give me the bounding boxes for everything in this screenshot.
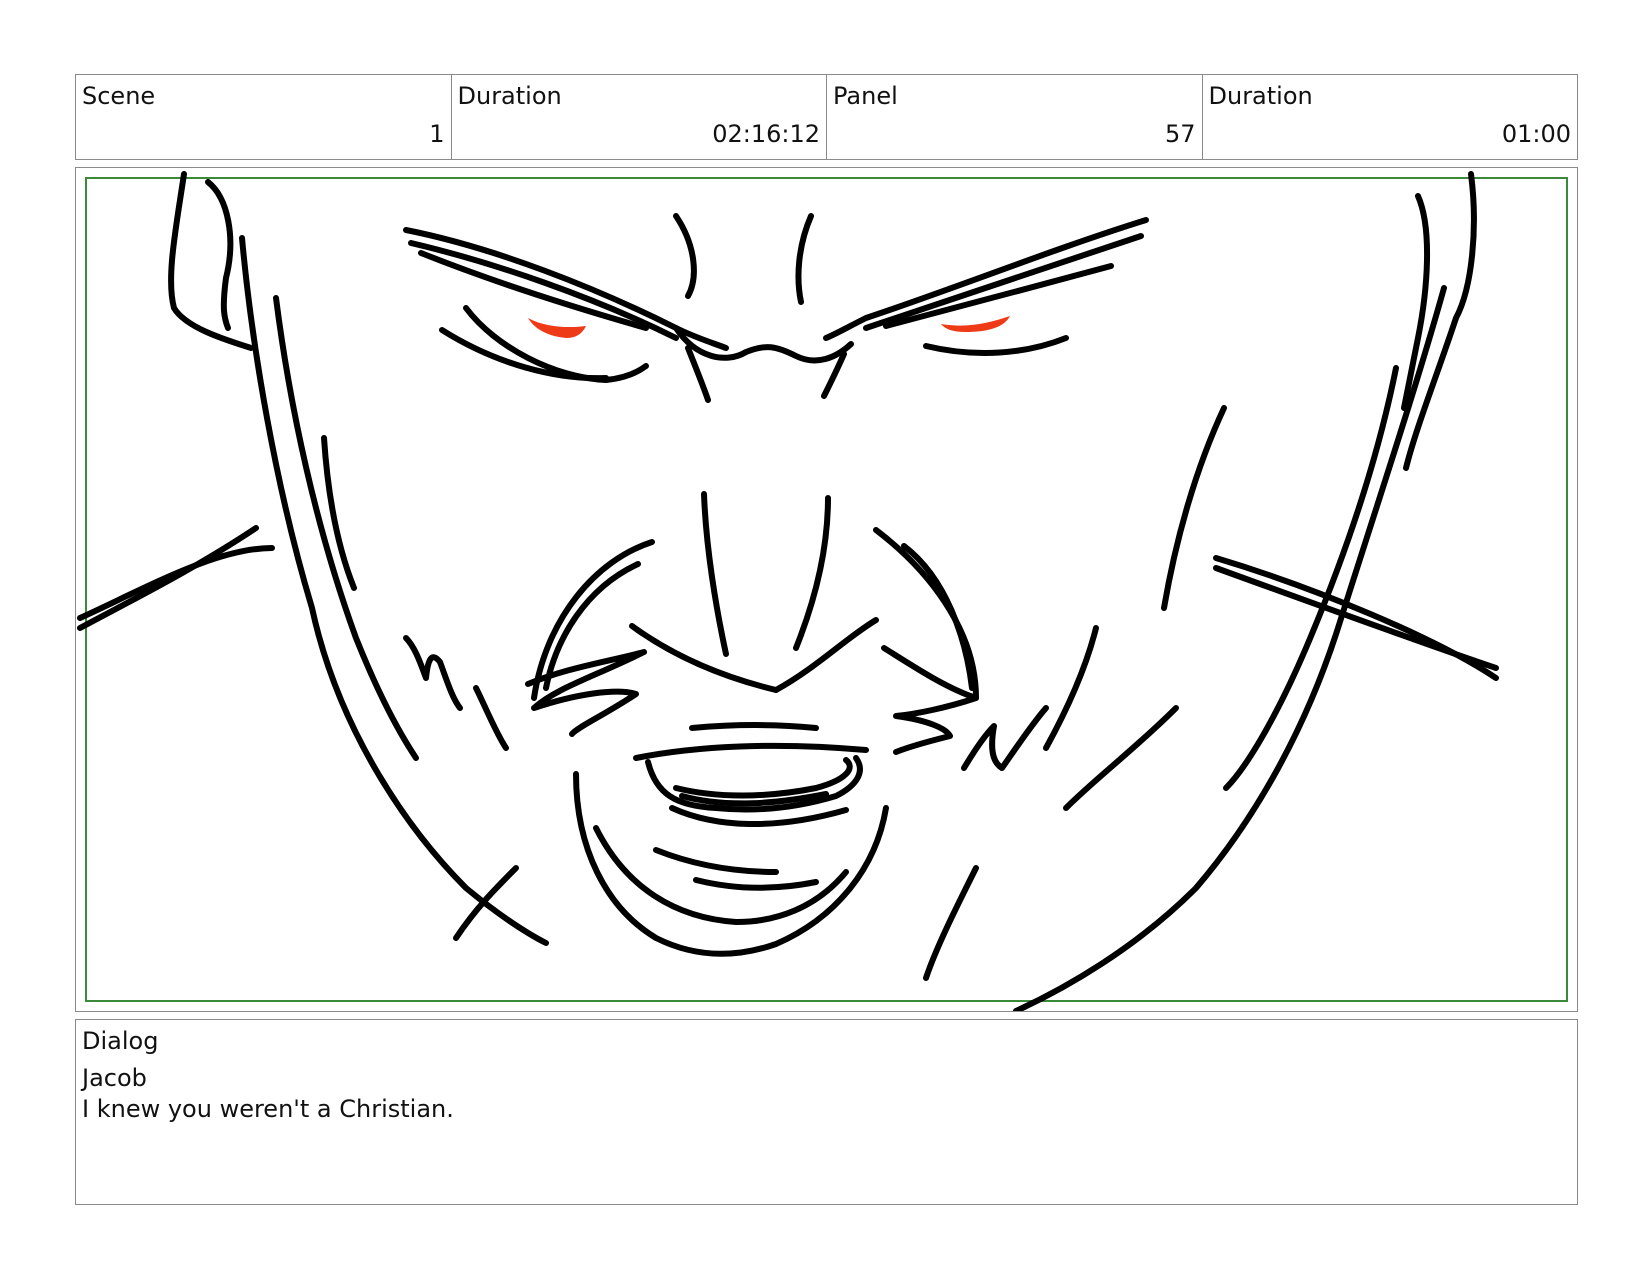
panel-sketch xyxy=(77,171,1568,1011)
right-stubble-stroke xyxy=(961,705,1049,771)
right-brow-stroke-3 xyxy=(883,263,1114,329)
brow-furrow-right xyxy=(795,213,814,305)
left-stubble-stroke-2 xyxy=(473,685,509,751)
chin-line xyxy=(653,847,779,875)
scene-duration-cell: Duration 02:16:12 xyxy=(452,75,827,159)
scene-number: 1 xyxy=(429,120,445,148)
left-ear-inner-stroke xyxy=(205,179,234,331)
upper-lip-stroke xyxy=(633,742,869,761)
panel-number: 57 xyxy=(1164,120,1196,148)
left-ear-stroke xyxy=(168,171,254,351)
left-cheek-stroke xyxy=(273,295,419,761)
left-eye-red xyxy=(528,318,586,338)
storyboard-panel xyxy=(75,167,1578,1012)
chin-line-2 xyxy=(693,877,819,891)
nose-base-right xyxy=(773,617,879,693)
scene-cell: Scene 1 xyxy=(76,75,452,159)
right-eye-red xyxy=(941,316,1010,332)
right-jaw-hatch xyxy=(923,865,979,981)
panel-duration-value: 01:00 xyxy=(1501,120,1571,148)
lower-lip-stroke xyxy=(593,825,849,925)
panel-duration-cell: Duration 01:00 xyxy=(1203,75,1578,159)
scene-duration-label: Duration xyxy=(457,82,562,110)
left-teeth-zigzag xyxy=(525,649,647,737)
upper-lip-top xyxy=(689,722,819,731)
panel-info-header: Scene 1 Duration 02:16:12 Panel 57 Durat… xyxy=(75,74,1578,160)
brow-furrow-left xyxy=(673,213,697,299)
dialog-box: Dialog Jacob I knew you weren't a Christ… xyxy=(75,1019,1578,1205)
right-jaw-stroke xyxy=(1013,285,1447,1011)
right-cheek-line xyxy=(1161,405,1227,611)
nose-bridge-stroke xyxy=(673,325,854,364)
nose-right-stroke xyxy=(793,495,831,651)
dialog-label: Dialog xyxy=(82,1027,159,1055)
panel-duration-label: Duration xyxy=(1208,82,1313,110)
right-stubble-stroke-2 xyxy=(1043,625,1099,751)
mouth-inner-stroke xyxy=(673,757,853,799)
left-jaw-hatch xyxy=(453,865,519,941)
nose-base-left xyxy=(629,623,779,693)
right-ear-stroke xyxy=(1403,171,1477,471)
panel-label: Panel xyxy=(833,82,898,110)
scene-label: Scene xyxy=(82,82,156,110)
left-cheek-line xyxy=(321,435,357,591)
right-stubble-stroke-3 xyxy=(1063,705,1179,811)
right-brow-stroke xyxy=(823,217,1149,341)
dialog-line: I knew you weren't a Christian. xyxy=(82,1095,454,1123)
panel-cell: Panel 57 xyxy=(827,75,1203,159)
left-shoulder-stroke-2 xyxy=(77,545,275,621)
scene-duration-value: 02:16:12 xyxy=(712,120,820,148)
right-shoulder-stroke-2 xyxy=(1213,565,1499,671)
right-teeth-zigzag xyxy=(881,645,979,755)
left-stubble-stroke xyxy=(403,635,463,711)
nose-left-stroke xyxy=(701,491,729,657)
eyes-group xyxy=(528,316,1010,338)
right-brow-stroke-2 xyxy=(863,233,1144,331)
dialog-speaker: Jacob xyxy=(82,1064,147,1092)
right-eye-lower-stroke xyxy=(923,335,1069,356)
angry-face-drawing xyxy=(77,171,1499,1011)
